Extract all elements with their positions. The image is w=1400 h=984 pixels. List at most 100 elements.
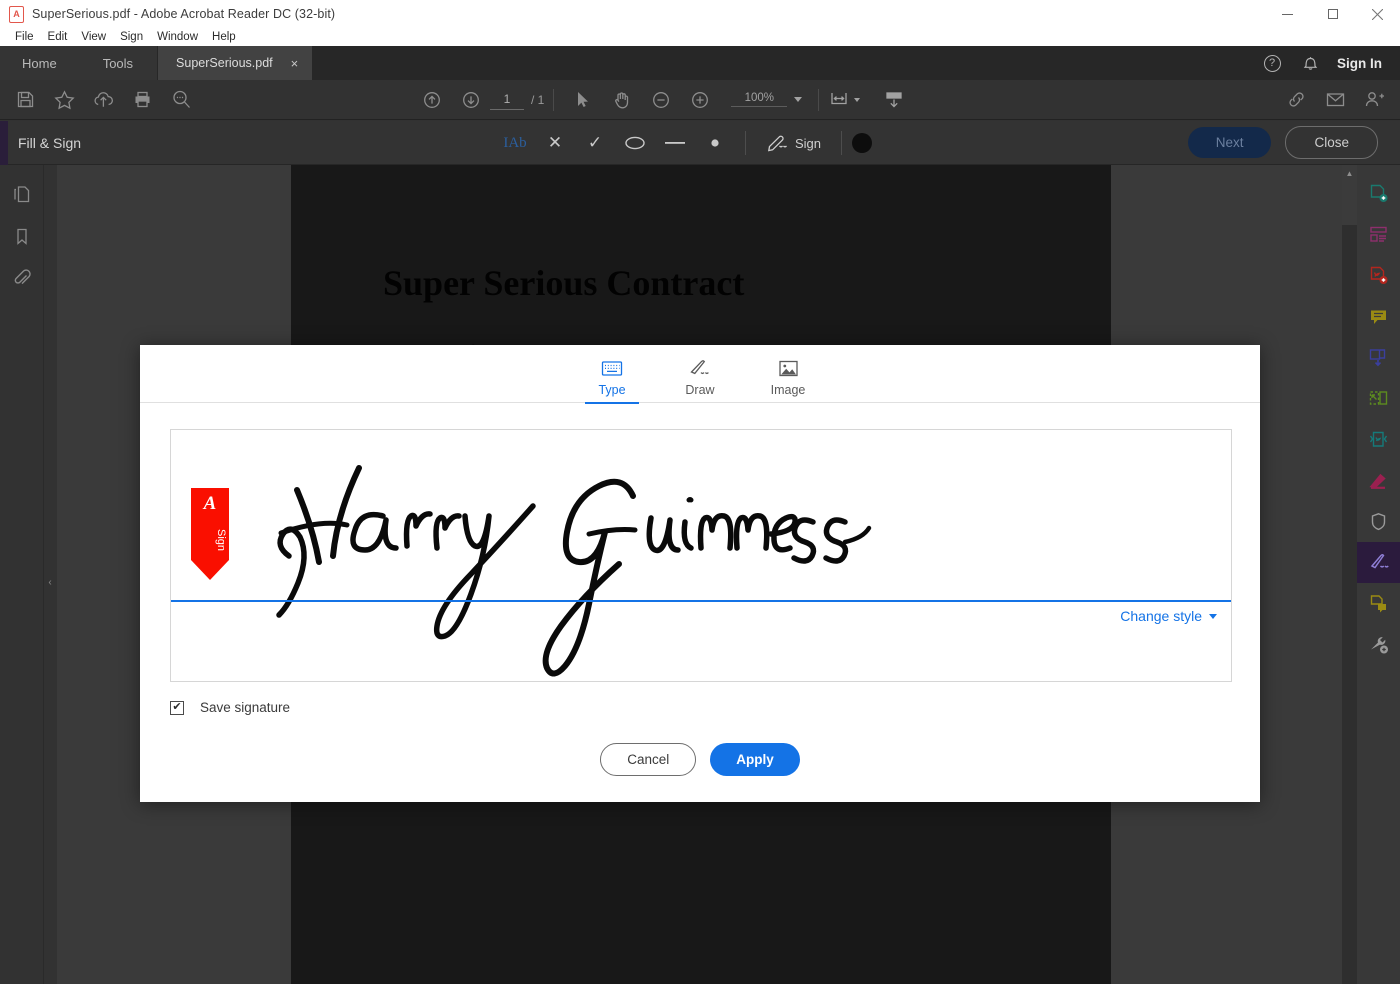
share-link-icon[interactable] bbox=[1277, 80, 1316, 120]
request-signatures-icon[interactable] bbox=[1357, 583, 1400, 624]
draw-pen-icon bbox=[688, 357, 712, 379]
print-icon[interactable] bbox=[123, 80, 162, 120]
fit-page-width-icon[interactable] bbox=[828, 89, 861, 111]
menu-edit[interactable]: Edit bbox=[41, 29, 75, 45]
upload-to-cloud-icon[interactable] bbox=[84, 80, 123, 120]
close-fill-sign-button[interactable]: Close bbox=[1285, 126, 1378, 159]
change-style-button[interactable]: Change style bbox=[1120, 608, 1217, 624]
page-total-label: / 1 bbox=[531, 92, 545, 107]
share-with-others-icon[interactable] bbox=[1355, 80, 1394, 120]
organize-pages-icon[interactable] bbox=[1357, 378, 1400, 419]
add-text-icon[interactable]: IAb bbox=[495, 121, 535, 165]
more-tools-icon[interactable] bbox=[1357, 624, 1400, 665]
zoom-level-dropdown[interactable]: 100% bbox=[731, 92, 803, 107]
zoom-out-icon[interactable] bbox=[641, 80, 680, 120]
tab-strip: Home Tools SuperSerious.pdf × ? Sign In bbox=[0, 46, 1400, 80]
dot-icon[interactable] bbox=[695, 121, 735, 165]
tab-image[interactable]: Image bbox=[757, 357, 819, 402]
toolbar-accent-stripe bbox=[0, 121, 8, 165]
image-picture-icon bbox=[778, 357, 799, 379]
signature-dialog: Type Draw Image A Sign Change style ✔ Sa… bbox=[140, 345, 1260, 802]
main-toolbar: / 1 10 bbox=[0, 80, 1400, 120]
signature-mode-tabs: Type Draw Image bbox=[140, 345, 1260, 404]
next-button[interactable]: Next bbox=[1187, 127, 1272, 158]
tab-draw[interactable]: Draw bbox=[669, 357, 731, 402]
scroll-up-arrow-icon[interactable]: ▲ bbox=[1342, 165, 1357, 182]
chevron-down-icon bbox=[794, 97, 803, 102]
export-pdf-icon[interactable] bbox=[1357, 255, 1400, 296]
close-window-button[interactable] bbox=[1355, 0, 1400, 28]
main-toolbar-right bbox=[1277, 80, 1394, 120]
change-style-label: Change style bbox=[1120, 608, 1202, 624]
fill-and-sign-tools: IAb ✕ ✓ Sign bbox=[495, 121, 873, 165]
apply-button[interactable]: Apply bbox=[710, 743, 800, 776]
notification-bell-icon[interactable] bbox=[1291, 46, 1329, 80]
zoom-level-value: 100% bbox=[731, 92, 788, 107]
sign-tag-label: Sign bbox=[215, 528, 227, 552]
cancel-button[interactable]: Cancel bbox=[600, 743, 697, 776]
tab-close-icon[interactable]: × bbox=[291, 57, 299, 70]
adobe-acrobat-logo-icon: A bbox=[203, 493, 217, 514]
page-thumbnails-icon[interactable] bbox=[6, 179, 38, 209]
tab-document[interactable]: SuperSerious.pdf × bbox=[158, 46, 313, 80]
menu-window[interactable]: Window bbox=[150, 29, 205, 45]
check-mark-icon[interactable]: ✓ bbox=[575, 121, 615, 165]
redact-icon[interactable] bbox=[1357, 460, 1400, 501]
sign-button-label: Sign bbox=[795, 135, 822, 151]
help-circle-icon[interactable]: ? bbox=[1253, 46, 1291, 80]
right-tools-rail bbox=[1357, 165, 1400, 984]
vertical-scrollbar[interactable]: ▲ bbox=[1342, 165, 1357, 984]
dialog-actions: Cancel Apply bbox=[140, 743, 1260, 776]
fill-and-sign-toolbar: Fill & Sign IAb ✕ ✓ Sign Next Close bbox=[0, 121, 1400, 165]
search-icon[interactable] bbox=[162, 80, 201, 120]
save-signature-checkbox[interactable]: ✔ Save signature bbox=[170, 700, 290, 715]
page-number-input[interactable] bbox=[490, 89, 524, 110]
protect-icon[interactable] bbox=[1357, 501, 1400, 542]
ellipse-icon[interactable] bbox=[615, 121, 655, 165]
fill-and-sign-actions: Next Close bbox=[1187, 126, 1378, 159]
cross-mark-icon[interactable]: ✕ bbox=[535, 121, 575, 165]
add-to-favorites-star-icon[interactable] bbox=[45, 80, 84, 120]
collapse-sidebar-handle[interactable]: ‹ bbox=[44, 560, 56, 604]
page-scroll-mode-icon[interactable] bbox=[874, 80, 913, 120]
edit-pdf-icon[interactable] bbox=[1357, 214, 1400, 255]
color-swatch-button[interactable] bbox=[852, 133, 873, 153]
title-bar: A SuperSerious.pdf - Adobe Acrobat Reade… bbox=[0, 0, 1400, 28]
tab-home[interactable]: Home bbox=[0, 46, 79, 80]
acrobat-reader-window: A SuperSerious.pdf - Adobe Acrobat Reade… bbox=[0, 0, 1400, 984]
maximize-button[interactable] bbox=[1310, 0, 1355, 28]
checkbox-box[interactable]: ✔ bbox=[170, 700, 184, 715]
tab-type-label: Type bbox=[598, 383, 626, 397]
signature-preview-area[interactable]: A Sign Change style bbox=[170, 429, 1232, 682]
tab-tools[interactable]: Tools bbox=[78, 46, 158, 80]
scrollbar-thumb[interactable] bbox=[1342, 182, 1357, 225]
hand-pan-icon[interactable] bbox=[602, 80, 641, 120]
combine-files-icon[interactable] bbox=[1357, 337, 1400, 378]
minimize-button[interactable] bbox=[1265, 0, 1310, 28]
sign-button[interactable]: Sign bbox=[756, 121, 831, 165]
window-controls bbox=[1265, 0, 1400, 28]
comment-icon[interactable] bbox=[1357, 296, 1400, 337]
line-icon[interactable] bbox=[655, 121, 695, 165]
email-icon[interactable] bbox=[1316, 80, 1355, 120]
create-pdf-icon[interactable] bbox=[1357, 173, 1400, 214]
save-signature-label: Save signature bbox=[200, 700, 291, 715]
menu-file[interactable]: File bbox=[8, 29, 41, 45]
menu-sign[interactable]: Sign bbox=[113, 29, 150, 45]
sign-in-button[interactable]: Sign In bbox=[1329, 56, 1400, 71]
menu-view[interactable]: View bbox=[74, 29, 113, 45]
previous-page-arrow-icon[interactable] bbox=[412, 80, 451, 120]
tab-type[interactable]: Type bbox=[581, 357, 643, 404]
fill-and-sign-icon[interactable] bbox=[1357, 542, 1400, 583]
attachments-icon[interactable] bbox=[6, 263, 38, 293]
compress-pdf-icon[interactable] bbox=[1357, 419, 1400, 460]
left-navigation-rail bbox=[0, 165, 44, 984]
next-page-arrow-icon[interactable] bbox=[451, 80, 490, 120]
save-icon[interactable] bbox=[6, 80, 45, 120]
zoom-in-icon[interactable] bbox=[680, 80, 719, 120]
sign-here-tag: A Sign bbox=[191, 488, 229, 580]
tab-document-label: SuperSerious.pdf bbox=[176, 56, 273, 70]
bookmarks-icon[interactable] bbox=[6, 221, 38, 251]
select-cursor-icon[interactable] bbox=[563, 80, 602, 120]
menu-help[interactable]: Help bbox=[205, 29, 243, 45]
